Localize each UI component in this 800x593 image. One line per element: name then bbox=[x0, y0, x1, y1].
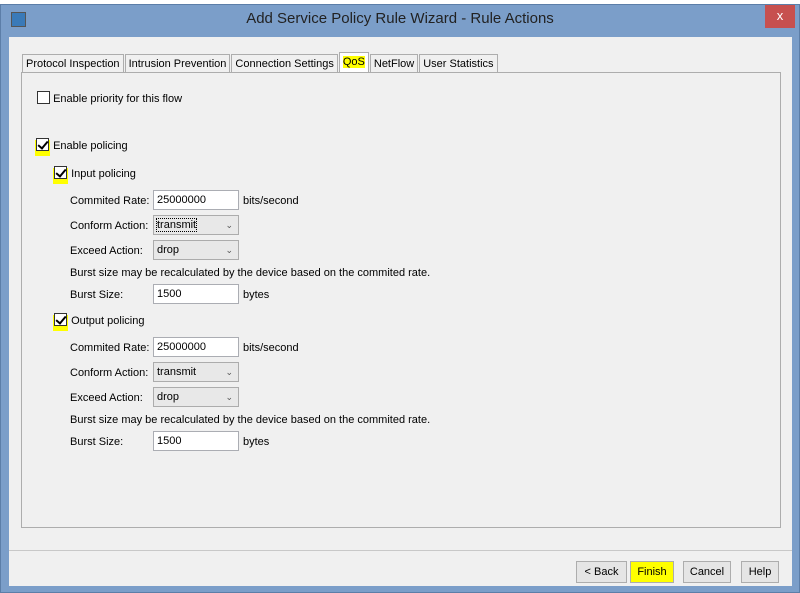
wizard-window: Add Service Policy Rule Wizard - Rule Ac… bbox=[0, 4, 800, 593]
input-exceed-select[interactable]: drop ⌄ bbox=[153, 240, 239, 260]
priority-checkbox[interactable]: Enable priority for this flow bbox=[37, 91, 182, 107]
select-value: transmit bbox=[155, 218, 198, 232]
chevron-down-icon: ⌄ bbox=[225, 220, 233, 230]
select-value: drop bbox=[157, 391, 180, 403]
checkbox-box[interactable] bbox=[36, 138, 49, 151]
output-burst-field[interactable]: 1500 bbox=[153, 431, 239, 451]
input-policing-label: Input policing bbox=[71, 168, 136, 180]
finish-button[interactable]: Finish bbox=[630, 561, 674, 583]
select-value: transmit bbox=[157, 366, 197, 378]
chevron-down-icon: ⌄ bbox=[225, 392, 233, 402]
output-burst-label: Burst Size: bbox=[70, 436, 124, 448]
policing-label: Enable policing bbox=[53, 140, 128, 152]
input-rate-field[interactable]: 25000000 bbox=[153, 190, 239, 210]
cancel-button[interactable]: Cancel bbox=[683, 561, 731, 583]
tab-protocol-inspection[interactable]: Protocol Inspection bbox=[22, 54, 124, 74]
tab-label: Protocol Inspection bbox=[26, 58, 120, 70]
checkbox-box[interactable] bbox=[54, 313, 67, 326]
output-exceed-select[interactable]: drop ⌄ bbox=[153, 387, 239, 407]
output-rate-label: Commited Rate: bbox=[70, 342, 150, 354]
input-conform-select[interactable]: transmit ⌄ bbox=[153, 215, 239, 235]
tab-label: NetFlow bbox=[373, 58, 415, 70]
output-exceed-label: Exceed Action: bbox=[70, 392, 143, 404]
input-burst-label: Burst Size: bbox=[70, 289, 124, 301]
output-rate-field[interactable]: 25000000 bbox=[153, 337, 239, 357]
divider bbox=[9, 550, 792, 551]
chevron-down-icon: ⌄ bbox=[225, 245, 233, 255]
input-policing-checkbox[interactable]: Input policing bbox=[53, 166, 136, 184]
policing-checkbox[interactable]: Enable policing bbox=[35, 138, 128, 156]
input-rate-unit: bits/second bbox=[243, 195, 299, 207]
output-policing-label: Output policing bbox=[71, 315, 145, 327]
close-button[interactable]: x bbox=[765, 5, 795, 28]
output-policing-checkbox[interactable]: Output policing bbox=[53, 313, 145, 331]
output-conform-select[interactable]: transmit ⌄ bbox=[153, 362, 239, 382]
output-conform-label: Conform Action: bbox=[70, 367, 149, 379]
input-conform-label: Conform Action: bbox=[70, 220, 149, 232]
window-title: Add Service Policy Rule Wizard - Rule Ac… bbox=[246, 10, 554, 27]
input-rate-label: Commited Rate: bbox=[70, 195, 150, 207]
tab-label: Intrusion Prevention bbox=[128, 58, 227, 70]
client-area: Protocol Inspection Intrusion Prevention… bbox=[9, 37, 792, 586]
checkbox-box[interactable] bbox=[37, 91, 50, 104]
tab-intrusion-prevention[interactable]: Intrusion Prevention bbox=[124, 54, 231, 74]
output-burst-unit: bytes bbox=[243, 436, 270, 448]
tab-qos[interactable]: QoS bbox=[338, 52, 369, 74]
tab-bar: Protocol Inspection Intrusion Prevention… bbox=[22, 52, 499, 74]
qos-panel: Enable priority for this flow Enable pol… bbox=[21, 72, 781, 528]
tab-label: Connection Settings bbox=[235, 58, 334, 70]
input-burst-unit: bytes bbox=[243, 289, 270, 301]
tab-label: QoS bbox=[342, 56, 365, 68]
priority-label: Enable priority for this flow bbox=[53, 93, 183, 105]
tab-netflow[interactable]: NetFlow bbox=[369, 54, 419, 74]
help-button[interactable]: Help bbox=[741, 561, 779, 583]
input-burst-field[interactable]: 1500 bbox=[153, 284, 239, 304]
tab-user-statistics[interactable]: User Statistics bbox=[419, 54, 498, 74]
back-button[interactable]: < Back bbox=[576, 561, 627, 583]
chevron-down-icon: ⌄ bbox=[225, 367, 233, 377]
input-exceed-label: Exceed Action: bbox=[70, 245, 143, 257]
tab-label: User Statistics bbox=[423, 58, 494, 70]
select-value: drop bbox=[157, 244, 180, 256]
input-burst-note: Burst size may be recalculated by the de… bbox=[70, 267, 431, 279]
checkbox-box[interactable] bbox=[54, 166, 67, 179]
tab-connection-settings[interactable]: Connection Settings bbox=[231, 54, 338, 74]
output-rate-unit: bits/second bbox=[243, 342, 299, 354]
output-burst-note: Burst size may be recalculated by the de… bbox=[70, 414, 431, 426]
